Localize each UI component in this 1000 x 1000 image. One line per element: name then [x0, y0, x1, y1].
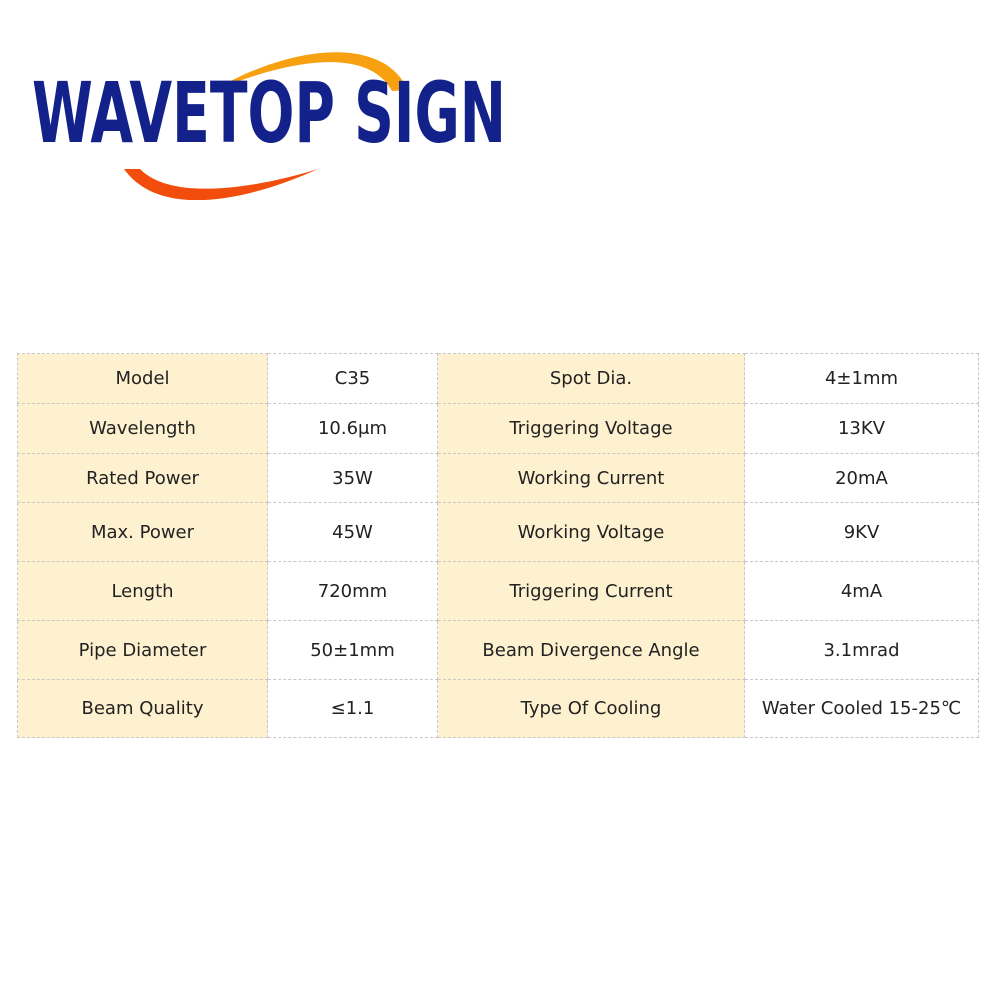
spec-value: 720mm: [267, 561, 438, 621]
spec-label: Triggering Voltage: [437, 403, 745, 454]
spec-value: 10.6μm: [267, 403, 438, 454]
spec-value: 4±1mm: [744, 353, 979, 404]
spec-label: Working Current: [437, 453, 745, 503]
spec-label: Working Voltage: [437, 502, 745, 562]
logo-arc-bottom: [124, 169, 318, 200]
spec-label: Spot Dia.: [437, 353, 745, 404]
spec-value: ≤1.1: [267, 679, 438, 738]
spec-label: Beam Quality: [17, 679, 268, 738]
spec-label: Rated Power: [17, 453, 268, 503]
spec-value: Water Cooled 15-25℃: [744, 679, 979, 738]
spec-value: 45W: [267, 502, 438, 562]
spec-value: 13KV: [744, 403, 979, 454]
table-row: Rated Power 35W Working Current 20mA: [17, 453, 979, 503]
spec-value: 20mA: [744, 453, 979, 503]
table-row: Wavelength 10.6μm Triggering Voltage 13KV: [17, 403, 979, 454]
table-row: Max. Power 45W Working Voltage 9KV: [17, 502, 979, 562]
table-row: Model C35 Spot Dia. 4±1mm: [17, 353, 979, 404]
logo-text: WAVETOP SIGN: [32, 64, 506, 162]
spec-value: 35W: [267, 453, 438, 503]
spec-label: Pipe Diameter: [17, 620, 268, 680]
spec-label: Max. Power: [17, 502, 268, 562]
spec-table: Model C35 Spot Dia. 4±1mm Wavelength 10.6μm Tr…: [17, 353, 979, 738]
table-row: Beam Quality ≤1.1 Type Of Cooling Water Coo…: [17, 679, 979, 738]
spec-label: Type Of Cooling: [437, 679, 745, 738]
spec-label: Triggering Current: [437, 561, 745, 621]
spec-value: C35: [267, 353, 438, 404]
spec-value: 3.1mrad: [744, 620, 979, 680]
spec-value: 4mA: [744, 561, 979, 621]
spec-label: Wavelength: [17, 403, 268, 454]
wavetop-sign-logo: WAVETOP SIGN: [32, 52, 506, 200]
spec-label: Model: [17, 353, 268, 404]
spec-label: Length: [17, 561, 268, 621]
spec-value: 50±1mm: [267, 620, 438, 680]
table-row: Length 720mm Triggering Current 4mA: [17, 561, 979, 621]
table-row: Pipe Diameter 50±1mm Beam Divergence Angle…: [17, 620, 979, 680]
spec-value: 9KV: [744, 502, 979, 562]
spec-label: Beam Divergence Angle: [437, 620, 745, 680]
